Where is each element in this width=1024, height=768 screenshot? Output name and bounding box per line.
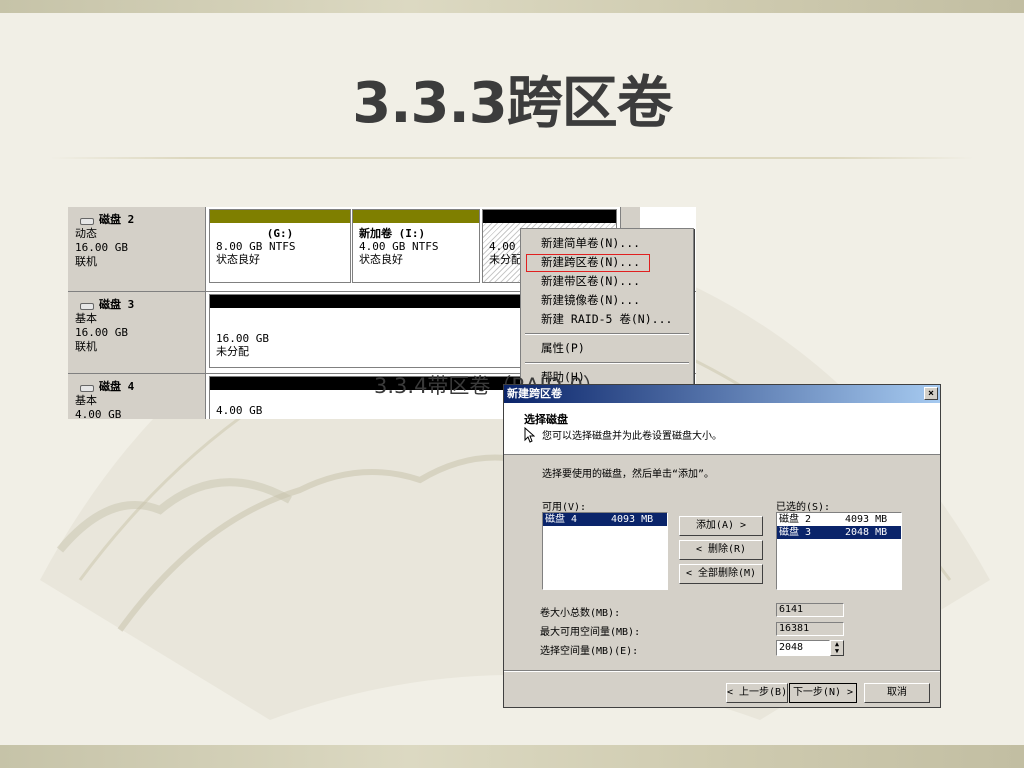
list-item[interactable]: 磁盘 2 4093 MB [777, 513, 901, 526]
footer-divider [504, 670, 940, 672]
disk-type: 动态 [75, 227, 97, 240]
remove-button[interactable]: < 删除(R) [679, 540, 763, 560]
volume-name: (G:) [266, 227, 294, 240]
wizard-titlebar[interactable]: 新建跨区卷 × [504, 385, 940, 403]
disk-status: 联机 [75, 340, 97, 353]
volume-size: 8.00 GB NTFS [216, 240, 296, 253]
disk-size: 4.00 GB [75, 408, 122, 419]
volume-i[interactable]: 新加卷 (I:) 4.00 GB NTFS 状态良好 [352, 209, 480, 283]
close-icon[interactable]: × [924, 387, 938, 400]
volume-name: 新加卷 (I:) [359, 227, 426, 240]
wizard-title: 新建跨区卷 [507, 387, 562, 400]
selected-disks-list[interactable]: 磁盘 2 4093 MB 磁盘 3 2048 MB [776, 512, 902, 590]
next-button[interactable]: 下一步(N) > [789, 683, 857, 703]
available-label: 可用(V): [542, 502, 587, 513]
select-space-label: 选择空间量(MB)(E): [540, 646, 639, 657]
slide-title: 3.3.3跨区卷 [352, 71, 672, 136]
disk-icon [80, 218, 94, 225]
total-size-label: 卷大小总数(MB): [540, 608, 621, 619]
list-item-disk: 磁盘 4 [545, 514, 578, 525]
menu-new-mirrored-volume[interactable]: 新建镜像卷(N)... [541, 291, 640, 309]
volume-bar [353, 210, 479, 223]
max-space-field: 16381 [776, 622, 844, 636]
disk-name: 磁盘 3 [99, 298, 135, 311]
disk-size: 16.00 GB [75, 241, 128, 254]
bottom-decor-band [0, 745, 1024, 768]
list-item[interactable]: 磁盘 4 4093 MB [543, 513, 667, 526]
volume-state: 状态良好 [359, 253, 403, 266]
add-button[interactable]: 添加(A) > [679, 516, 763, 536]
list-item-size: 2048 MB [845, 527, 888, 538]
disk-icon [80, 303, 94, 310]
space-spinner[interactable]: ▲ ▼ [830, 640, 844, 656]
menu-separator [525, 362, 689, 364]
menu-new-raid5-volume[interactable]: 新建 RAID-5 卷(N)... [541, 310, 672, 328]
list-item-disk: 磁盘 3 [779, 527, 812, 538]
volume-state: 未分配 [489, 253, 522, 266]
list-item-disk: 磁盘 2 [779, 514, 812, 525]
menu-separator [525, 333, 689, 335]
menu-new-simple-volume[interactable]: 新建简单卷(N)... [541, 234, 640, 252]
cancel-button[interactable]: 取消 [864, 683, 930, 703]
volume-size: 4.00 [489, 240, 516, 253]
volume-state: 状态良好 [216, 253, 260, 266]
selected-label: 已选的(S): [776, 502, 831, 513]
new-spanned-volume-wizard: 新建跨区卷 × 选择磁盘 您可以选择磁盘并为此卷设置磁盘大小。 选择要使用的磁盘… [503, 384, 941, 708]
wizard-header-title: 选择磁盘 [524, 413, 568, 426]
disk-status: 联机 [75, 255, 97, 268]
list-item-size: 4093 MB [845, 514, 888, 525]
disk-type: 基本 [75, 394, 97, 407]
select-space-input[interactable]: 2048 [776, 640, 830, 656]
remove-all-button[interactable]: < 全部删除(M) [679, 564, 763, 584]
disk-type: 基本 [75, 312, 97, 325]
max-space-label: 最大可用空间量(MB): [540, 627, 641, 638]
disk-label: 磁盘 3 基本 16.00 GB 联机 [68, 292, 206, 373]
context-menu: 新建简单卷(N)... 新建跨区卷(N)... 新建带区卷(N)... 新建镜像… [520, 228, 694, 388]
top-decor-band [0, 0, 1024, 13]
menu-new-striped-volume[interactable]: 新建带区卷(N)... [541, 272, 640, 290]
list-item-size: 4093 MB [611, 514, 654, 525]
volume-bar [483, 210, 616, 223]
total-size-field: 6141 [776, 603, 844, 617]
wizard-header: 选择磁盘 您可以选择磁盘并为此卷设置磁盘大小。 [504, 403, 940, 455]
list-item[interactable]: 磁盘 3 2048 MB [777, 526, 901, 539]
menu-properties[interactable]: 属性(P) [541, 339, 585, 357]
volume-state: 未分配 [216, 345, 249, 358]
title-divider [50, 157, 974, 159]
wizard-instruction: 选择要使用的磁盘，然后单击“添加”。 [542, 469, 715, 480]
disk-icon [80, 385, 94, 392]
volume-size: 16.00 GB [216, 332, 269, 345]
disk-name: 磁盘 2 [99, 213, 135, 226]
wizard-header-subtitle: 您可以选择磁盘并为此卷设置磁盘大小。 [542, 431, 722, 442]
volume-g[interactable]: (G:) 8.00 GB NTFS 状态良好 [209, 209, 351, 283]
volume-size: 4.00 GB [216, 404, 263, 417]
mouse-cursor-icon [524, 427, 535, 443]
disk-label: 磁盘 2 动态 16.00 GB 联机 [68, 207, 206, 291]
disk-name: 磁盘 4 [99, 380, 135, 393]
volume-size: 4.00 GB NTFS [359, 240, 439, 253]
disk-label: 磁盘 4 基本 4.00 GB [68, 374, 206, 419]
volume-bar [210, 210, 350, 223]
back-button[interactable]: < 上一步(B) [726, 683, 788, 703]
available-disks-list[interactable]: 磁盘 4 4093 MB [542, 512, 668, 590]
disk-size: 16.00 GB [75, 326, 128, 339]
highlight-box [526, 254, 650, 272]
